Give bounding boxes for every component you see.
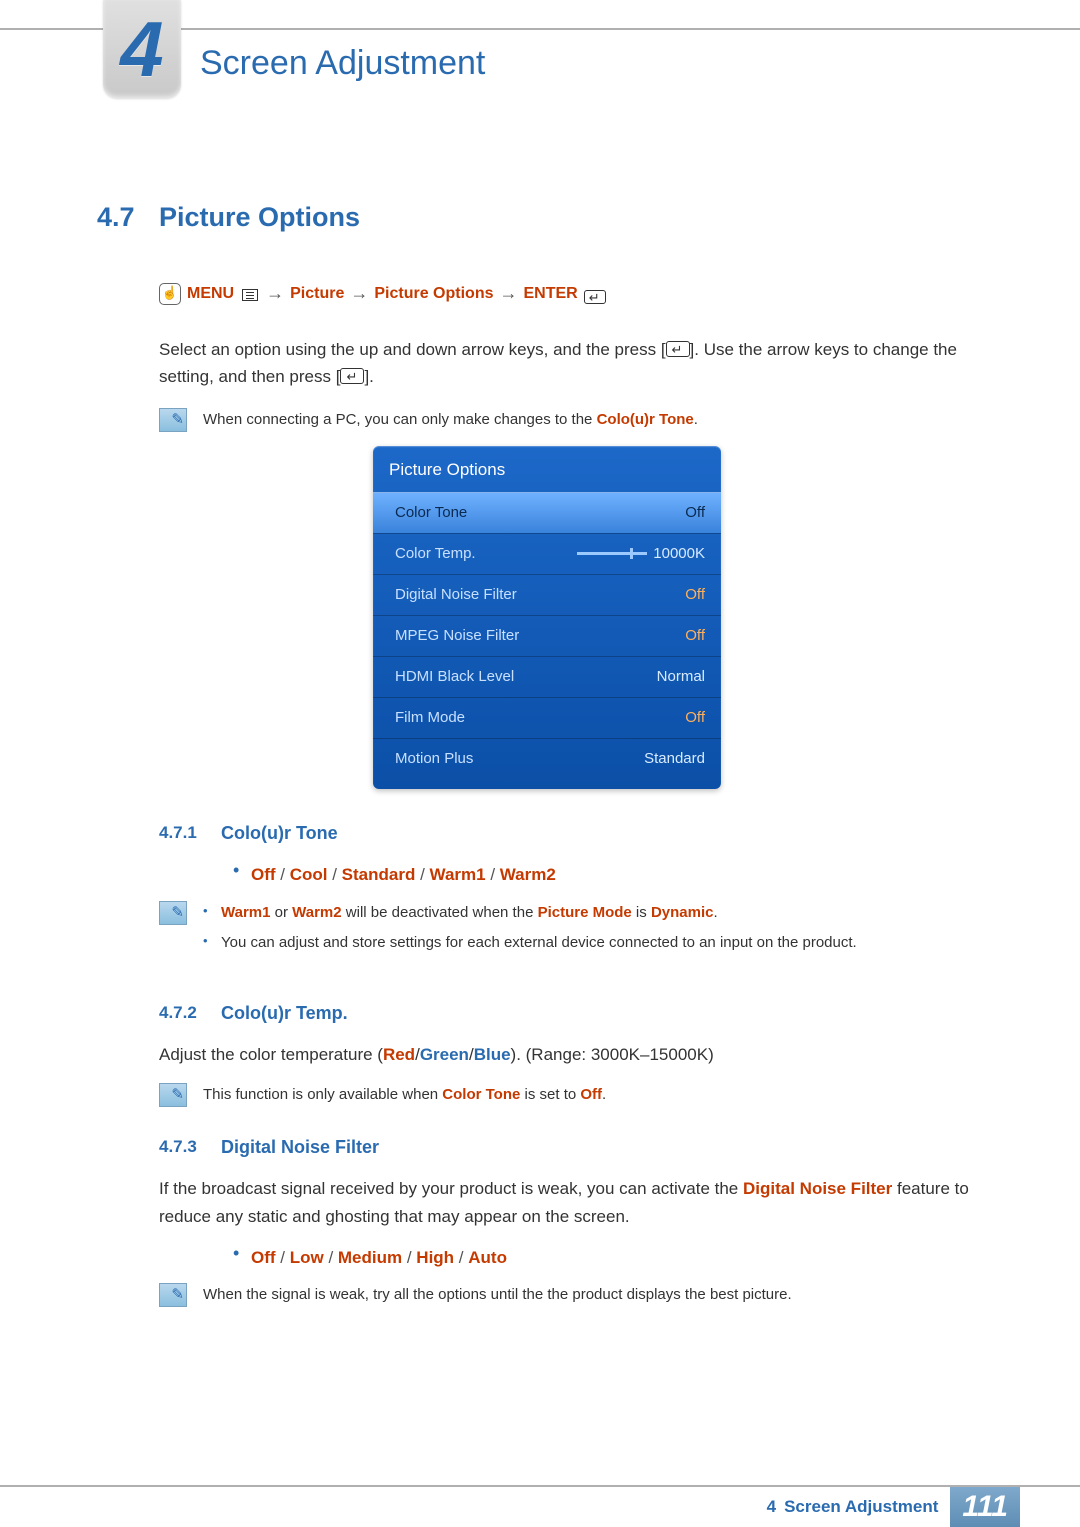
osd-label: Color Tone [395,501,467,525]
section-title: Picture Options [159,196,360,239]
hand-icon: ☝ [159,283,181,305]
content: 4.7 Picture Options ☝ MENU → Picture → P… [97,196,997,1321]
osd-value: Off [685,501,705,525]
note-text: When connecting a PC, you can only make … [203,408,997,432]
osd-value: Off [685,624,705,648]
subsection-471: 4.7.1 Colo(u)r Tone [159,819,997,848]
osd-row[interactable]: Digital Noise Filter Off [373,574,721,615]
subsection-473: 4.7.3 Digital Noise Filter [159,1133,997,1162]
option: Cool [290,865,328,884]
sub-title: Colo(u)r Temp. [221,999,348,1028]
osd-label: Film Mode [395,706,465,730]
osd-bottom [373,779,721,789]
bc-menu: MENU [187,281,234,307]
option: Standard [342,865,416,884]
osd-row[interactable]: Color Temp. 10000K [373,533,721,574]
dnf-options: Off / Low / Medium / High / Auto [233,1244,997,1271]
osd-label: Digital Noise Filter [395,583,517,607]
sub473-body: If the broadcast signal received by your… [159,1175,997,1229]
footer-chapter-title: Screen Adjustment [784,1493,938,1520]
note-bullet-2: You can adjust and store settings for ea… [203,931,857,955]
footer-chapter-number: 4 [767,1493,776,1520]
note-icon [159,1083,187,1107]
option: Medium [338,1248,402,1267]
option: Warm2 [500,865,556,884]
osd-label: MPEG Noise Filter [395,624,519,648]
sub-title: Colo(u)r Tone [221,819,338,848]
osd-value: Off [685,706,705,730]
osd-row[interactable]: Motion Plus Standard [373,738,721,779]
option-list: Off / Cool / Standard / Warm1 / Warm2 [233,861,997,888]
note-pc: When connecting a PC, you can only make … [159,408,997,432]
option: Low [290,1248,324,1267]
slider-icon [577,552,647,555]
color-tone-options: Off / Cool / Standard / Warm1 / Warm2 [233,861,997,888]
osd-label: Motion Plus [395,747,473,771]
option: Warm1 [430,865,486,884]
chapter-number: 4 [120,14,163,84]
enter-key-icon [340,368,364,384]
osd-row[interactable]: HDMI Black Level Normal [373,656,721,697]
osd-label: Color Temp. [395,542,476,566]
sub-num: 4.7.2 [159,999,221,1028]
arrow-icon: → [350,279,368,308]
menu-icon [242,289,258,301]
osd-value: Off [685,583,705,607]
menu-path: ☝ MENU → Picture → Picture Options → ENT… [159,279,997,308]
option-list: Off / Low / Medium / High / Auto [233,1244,997,1271]
intro-t1: Select an option using the up and down a… [159,340,666,359]
intro-t3: ]. [364,367,373,386]
osd-panel: Picture Options Color Tone Off Color Temp.… [373,446,721,788]
page-footer: 4 Screen Adjustment 111 [0,1485,1080,1527]
section-number: 4.7 [97,196,159,239]
option: Off [251,1248,276,1267]
bc-picture-options: Picture Options [374,281,493,307]
osd-title: Picture Options [373,446,721,491]
osd-row[interactable]: MPEG Noise Filter Off [373,615,721,656]
option: Auto [468,1248,507,1267]
osd-value: 10000K [577,542,705,566]
sub-num: 4.7.1 [159,819,221,848]
page-number: 111 [950,1487,1020,1527]
enter-key-icon [666,341,690,357]
bc-picture: Picture [290,281,344,307]
osd-row[interactable]: Color Tone Off [373,492,721,533]
sub473-note: When the signal is weak, try all the opt… [159,1283,997,1307]
enter-icon [584,290,606,304]
note-icon [159,901,187,925]
intro-text: Select an option using the up and down a… [159,336,997,390]
sub472-note: This function is only available when Col… [159,1083,997,1107]
option: Off [251,865,276,884]
osd-row[interactable]: Film Mode Off [373,697,721,738]
subsection-472: 4.7.2 Colo(u)r Temp. [159,999,997,1028]
sub472-body: Adjust the color temperature (Red/Green/… [159,1041,997,1068]
note-icon [159,408,187,432]
arrow-icon: → [266,279,284,308]
note-text: When the signal is weak, try all the opt… [203,1283,997,1307]
sub471-note: Warm1 or Warm2 will be deactivated when … [159,901,997,973]
sub-num: 4.7.3 [159,1133,221,1162]
section-heading: 4.7 Picture Options [97,196,997,239]
sub-title: Digital Noise Filter [221,1133,379,1162]
chapter-badge: 4 [103,0,181,98]
osd-value: Standard [644,747,705,771]
option: High [416,1248,454,1267]
arrow-icon: → [499,279,517,308]
note-text: This function is only available when Col… [203,1083,997,1107]
note-bullet-1: Warm1 or Warm2 will be deactivated when … [203,901,857,925]
note-icon [159,1283,187,1307]
osd-label: HDMI Black Level [395,665,514,689]
chapter-title: Screen Adjustment [200,36,485,90]
osd-value: Normal [657,665,705,689]
bc-enter: ENTER [523,281,577,307]
